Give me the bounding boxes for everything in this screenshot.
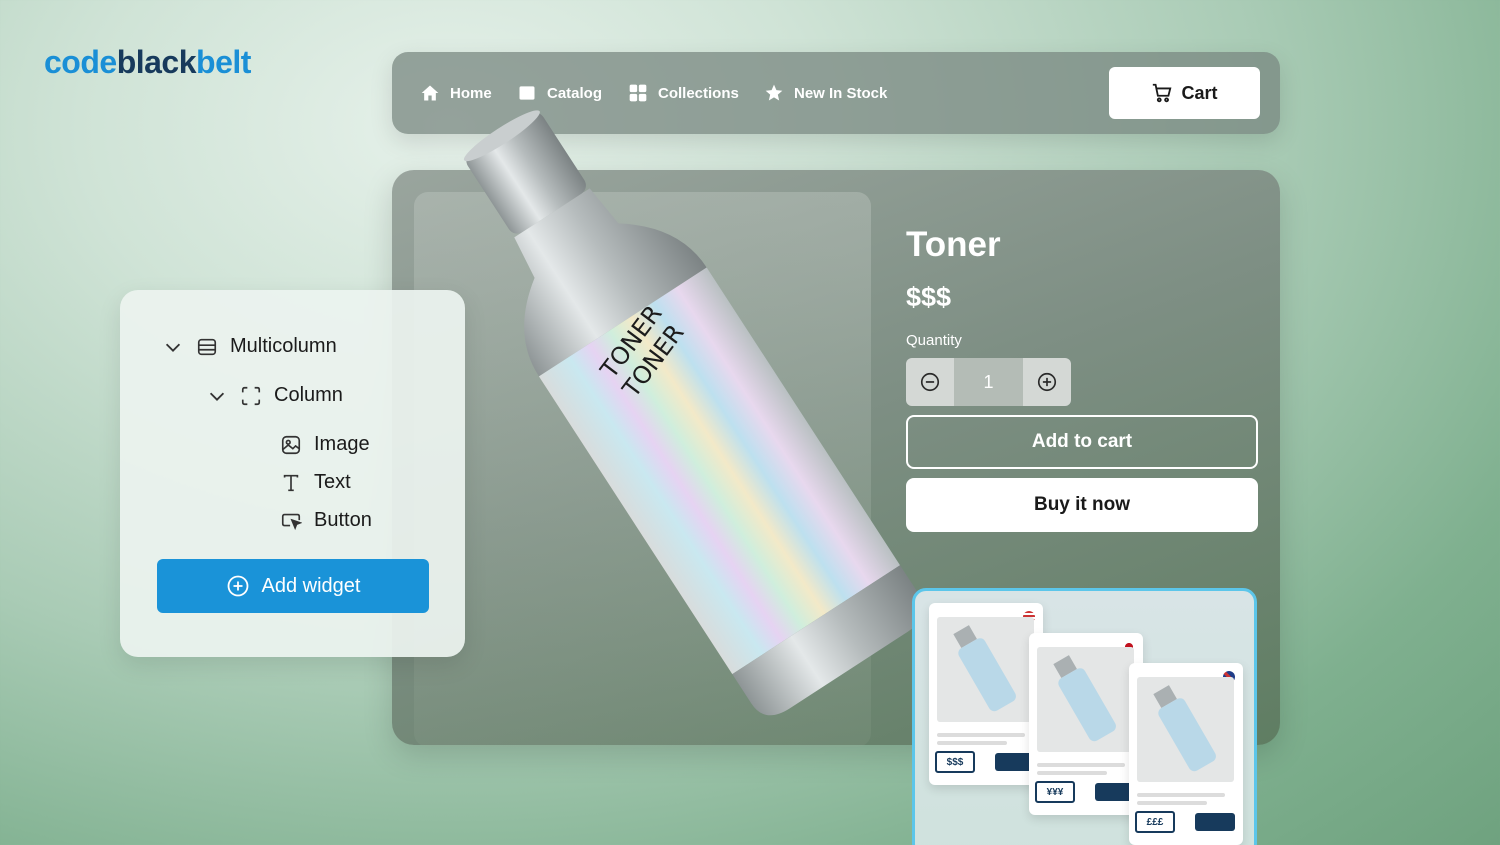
cart-icon	[1153, 83, 1172, 103]
market-price-badge: $$$	[935, 751, 975, 773]
tree-item-text[interactable]: Text	[280, 471, 351, 494]
tree-label-text: Text	[314, 471, 351, 493]
logo-part-code: code	[44, 44, 117, 80]
market-card-uk[interactable]: £££	[1129, 663, 1243, 845]
tree-label-image: Image	[314, 433, 370, 455]
buy-now-button[interactable]: Buy it now	[906, 478, 1258, 532]
quantity-increase-button[interactable]	[1023, 358, 1071, 406]
tree-item-multicolumn[interactable]: Multicolumn	[162, 335, 337, 358]
column-icon	[241, 386, 261, 405]
logo: codeblackbelt	[44, 44, 251, 81]
chevron-down-icon[interactable]	[162, 336, 184, 358]
add-widget-button[interactable]: Add widget	[157, 559, 429, 613]
tree-label-column: Column	[274, 384, 343, 406]
logo-part-black: black	[116, 44, 197, 80]
image-icon	[281, 435, 301, 454]
quantity-stepper: 1	[906, 358, 1071, 406]
tree-item-image[interactable]: Image	[280, 433, 370, 456]
widget-tree-panel: Multicolumn Column Image Text Button Add…	[120, 290, 465, 657]
cart-label: Cart	[1181, 82, 1218, 103]
market-card-thumbnail	[1137, 677, 1234, 782]
add-to-cart-button[interactable]: Add to cart	[906, 415, 1258, 469]
add-widget-label: Add widget	[261, 574, 361, 597]
tree-item-button[interactable]: Button	[280, 509, 372, 532]
tree-label-multicolumn: Multicolumn	[230, 335, 337, 357]
plus-circle-icon	[227, 575, 248, 597]
button-icon	[281, 513, 302, 530]
market-card-us[interactable]: $$$	[929, 603, 1043, 785]
market-card-thumbnail	[1037, 647, 1134, 752]
market-card-thumbnail	[937, 617, 1034, 722]
market-price-badge: ¥¥¥	[1035, 781, 1075, 803]
quantity-value[interactable]: 1	[954, 358, 1023, 406]
plus-circle-icon	[1037, 372, 1057, 392]
multi-market-preview: $$$ ¥¥¥ £££	[912, 588, 1257, 845]
cart-button[interactable]: Cart	[1109, 67, 1260, 119]
market-price-badge: £££	[1135, 811, 1175, 833]
tree-label-button: Button	[314, 509, 372, 531]
chevron-down-icon[interactable]	[206, 385, 228, 407]
market-card-jp[interactable]: ¥¥¥	[1029, 633, 1143, 815]
tree-item-column[interactable]: Column	[206, 384, 343, 407]
product-bottle-image: TONER TONER	[463, 110, 924, 716]
logo-part-belt: belt	[196, 44, 251, 80]
market-cart-badge[interactable]	[1195, 813, 1235, 831]
text-icon	[283, 474, 299, 491]
multicolumn-icon	[197, 338, 217, 355]
